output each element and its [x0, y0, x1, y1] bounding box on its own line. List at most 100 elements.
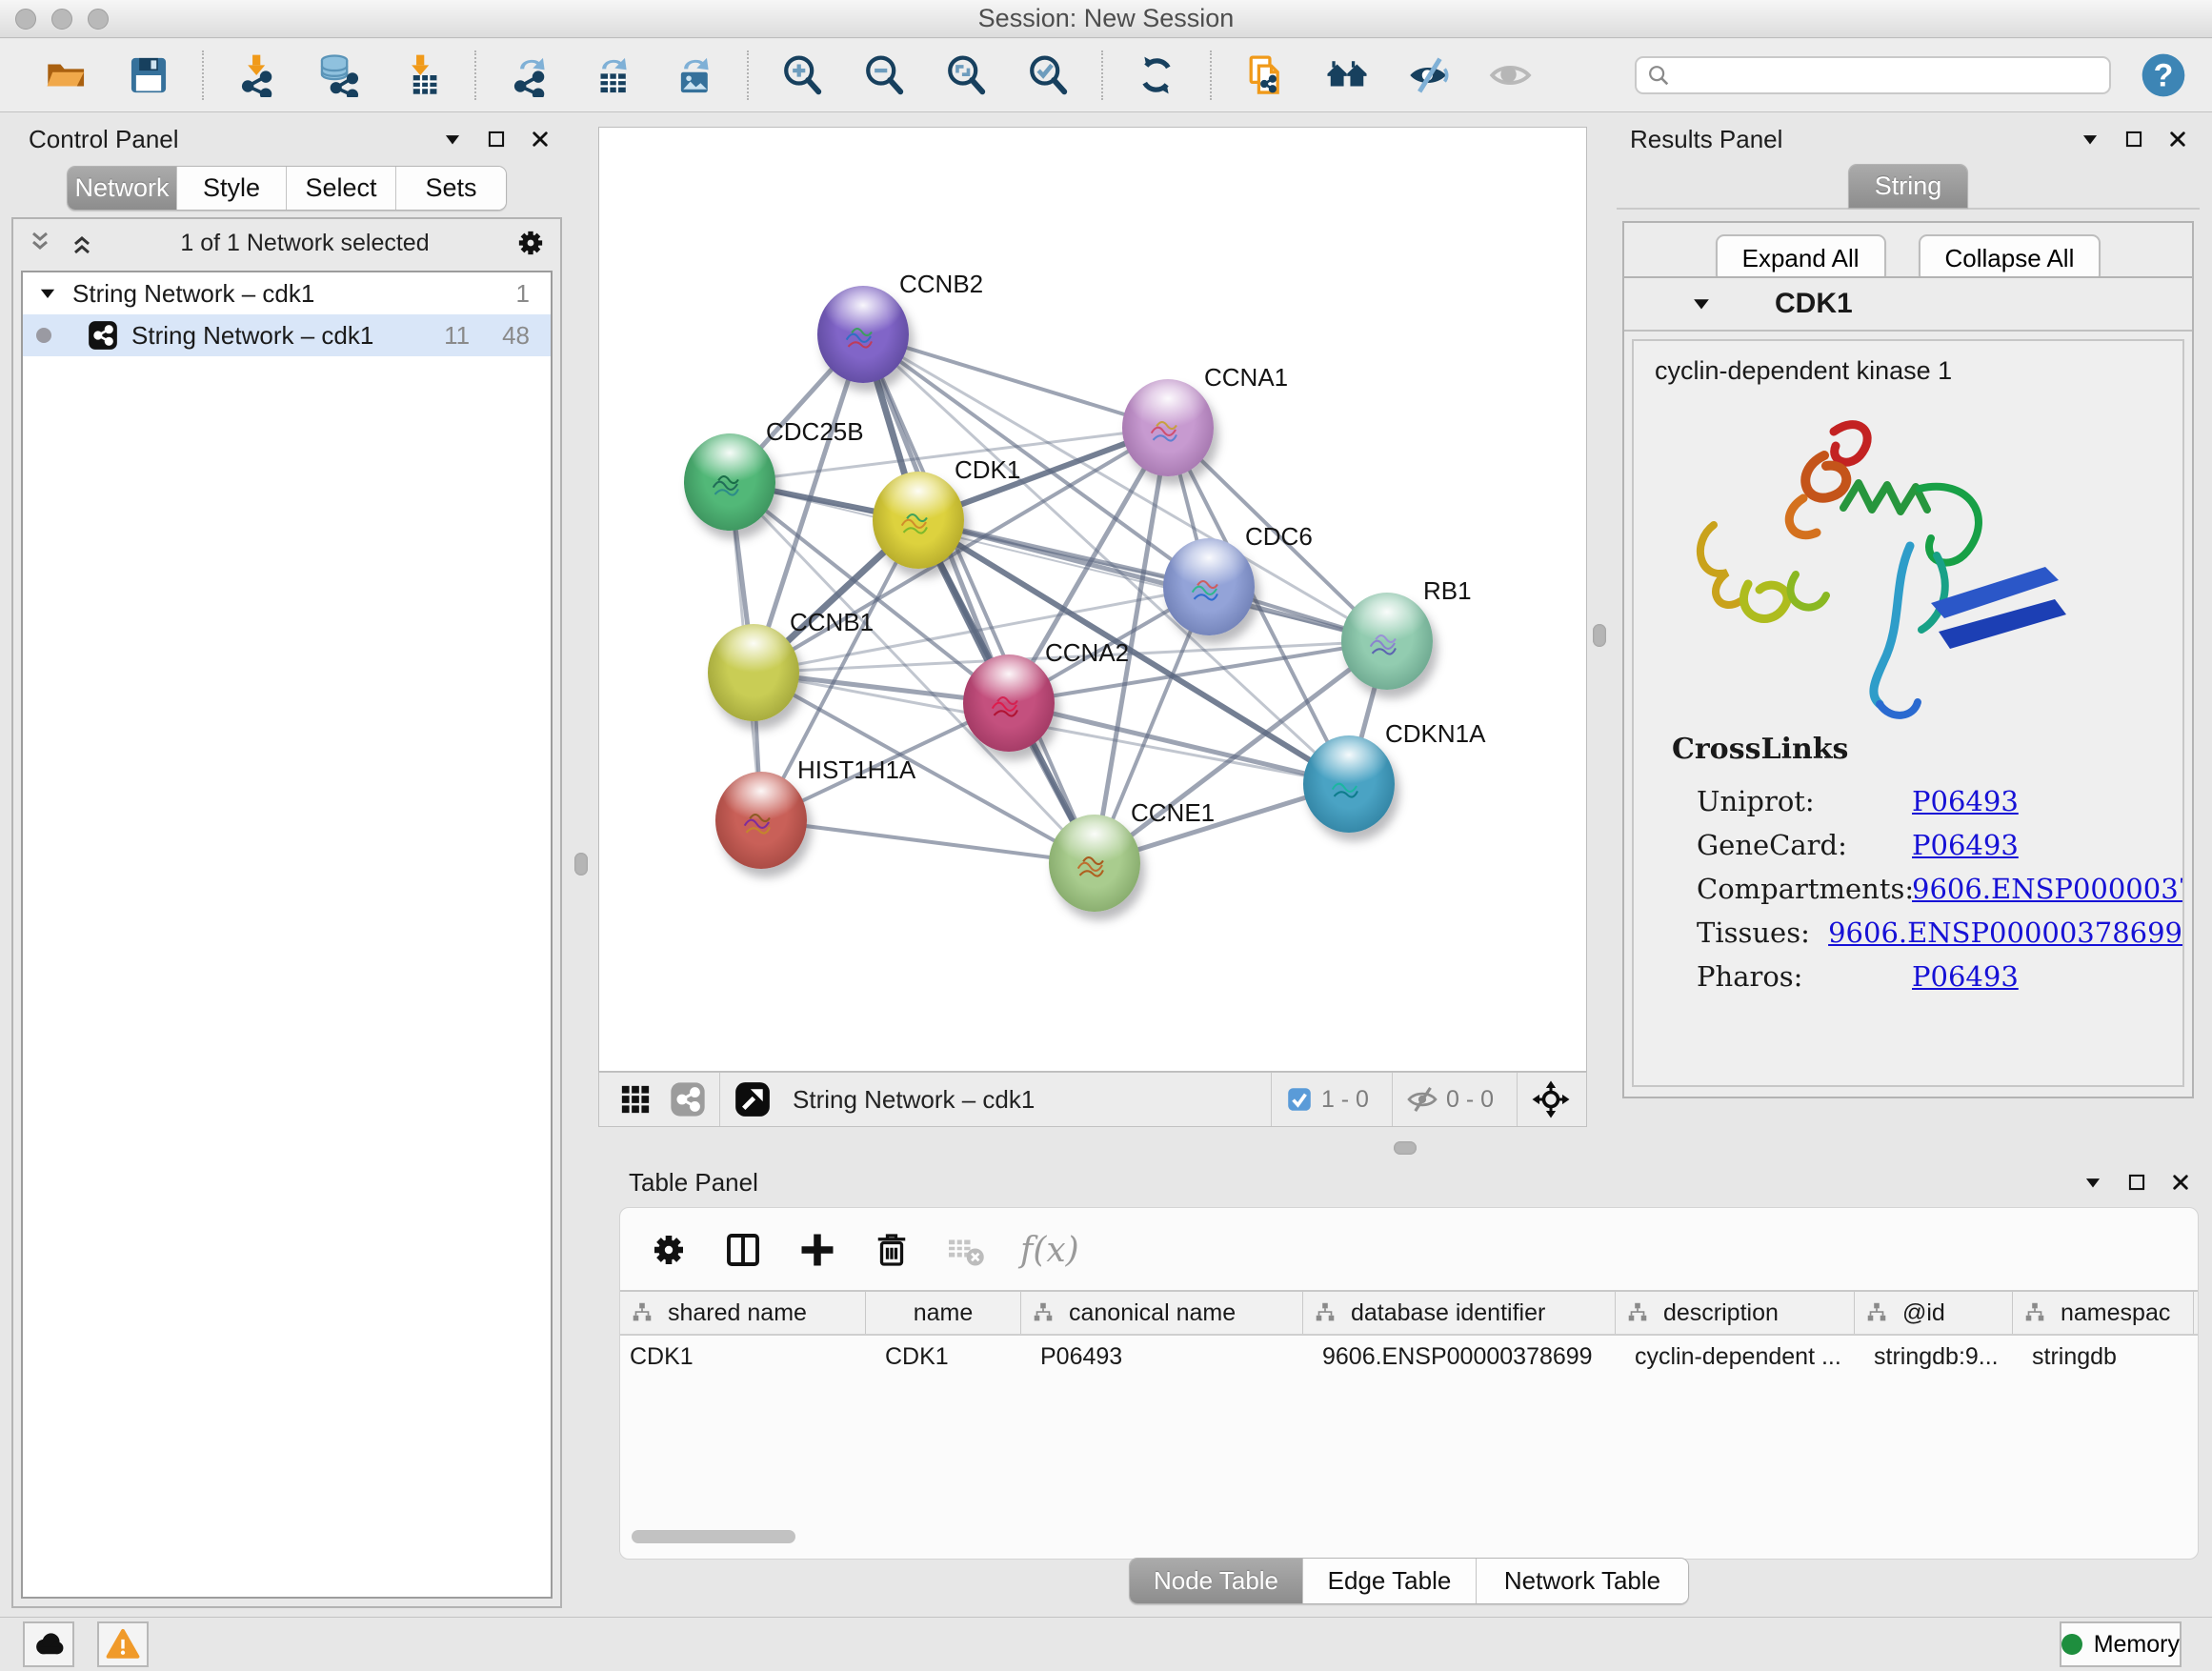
- network-options-button[interactable]: [514, 227, 547, 259]
- network-node-CCNE1[interactable]: [1049, 815, 1140, 912]
- function-builder-button[interactable]: f(x): [1020, 1231, 1079, 1270]
- expand-all-button[interactable]: Expand All: [1716, 234, 1886, 283]
- right-splitter-handle[interactable]: [1593, 624, 1606, 647]
- network-node-CDKN1A[interactable]: [1303, 735, 1395, 833]
- tab-node-table[interactable]: Node Table: [1130, 1559, 1303, 1603]
- crosslink-link[interactable]: 9606.ENSP00000378699: [1912, 873, 2184, 905]
- control-panel-menu-button[interactable]: [442, 129, 463, 150]
- crosslink-label: GeneCard:: [1697, 829, 1912, 861]
- column-header-namespac[interactable]: namespac: [2013, 1292, 2194, 1334]
- column-header-@id[interactable]: @id: [1855, 1292, 2013, 1334]
- export-image-button[interactable]: [671, 52, 716, 98]
- zoom-selected-button[interactable]: [1025, 52, 1071, 98]
- control-panel-float-button[interactable]: [486, 129, 507, 150]
- open-folder-button[interactable]: [44, 52, 90, 98]
- network-node-CCNA2[interactable]: [963, 654, 1055, 752]
- crosslink-link[interactable]: P06493: [1912, 960, 2019, 993]
- delete-table-button[interactable]: [946, 1230, 986, 1270]
- tab-network[interactable]: Network: [68, 167, 177, 210]
- table-panel-close-button[interactable]: [2170, 1172, 2191, 1193]
- table-cell: stringdb: [2013, 1336, 2194, 1378]
- crosslink-link[interactable]: P06493: [1912, 829, 2019, 861]
- column-header-database-identifier[interactable]: database identifier: [1303, 1292, 1616, 1334]
- table-settings-button[interactable]: [649, 1230, 689, 1270]
- table-panel-menu-button[interactable]: [2082, 1172, 2103, 1193]
- network-node-HIST1H1A[interactable]: [715, 772, 807, 869]
- tab-network-table[interactable]: Network Table: [1477, 1559, 1688, 1603]
- network-node-RB1[interactable]: [1341, 593, 1433, 690]
- tab-string[interactable]: String: [1849, 165, 1967, 208]
- cloud-status-button[interactable]: [23, 1621, 74, 1667]
- export-network-button[interactable]: [507, 52, 553, 98]
- column-header-description[interactable]: description: [1616, 1292, 1855, 1334]
- help-button[interactable]: ?: [2140, 51, 2187, 99]
- column-header-canonical-name[interactable]: canonical name: [1021, 1292, 1303, 1334]
- network-mode-button[interactable]: [670, 1081, 706, 1117]
- search-input[interactable]: [1679, 62, 2100, 89]
- table-horizontal-scrollbar[interactable]: [632, 1530, 795, 1543]
- crosslink-link[interactable]: P06493: [1912, 785, 2019, 817]
- results-panel-float-button[interactable]: [2123, 129, 2144, 150]
- column-header-shared-name[interactable]: shared name: [620, 1292, 866, 1334]
- zoom-fit-button[interactable]: [943, 52, 989, 98]
- network-node-CDC6[interactable]: [1163, 538, 1255, 635]
- table-panel-float-button[interactable]: [2126, 1172, 2147, 1193]
- crosslink-label: Compartments:: [1697, 873, 1912, 905]
- network-row[interactable]: String Network – cdk1 11 48: [23, 314, 551, 356]
- selected-checkbox-icon[interactable]: [1285, 1085, 1314, 1114]
- network-node-CDC25B[interactable]: [684, 433, 775, 531]
- network-node-CCNA1[interactable]: [1122, 379, 1214, 476]
- results-panel-title: Results Panel: [1630, 125, 1782, 154]
- tab-style[interactable]: Style: [177, 167, 287, 210]
- results-panel-close-button[interactable]: [2167, 129, 2188, 150]
- network-search-field[interactable]: [1635, 56, 2111, 94]
- double-chevron-up-icon: [69, 230, 95, 256]
- horizontal-splitter-handle[interactable]: [1394, 1141, 1417, 1155]
- save-session-button[interactable]: [126, 52, 171, 98]
- memory-button[interactable]: Memory: [2060, 1621, 2182, 1667]
- import-table-button[interactable]: [398, 52, 444, 98]
- import-network-button[interactable]: [234, 52, 280, 98]
- protein-thumbnail-icon: [1358, 615, 1414, 671]
- zoom-in-button[interactable]: [779, 52, 825, 98]
- grid-mode-button[interactable]: [618, 1082, 653, 1117]
- export-table-button[interactable]: [589, 52, 634, 98]
- birds-eye-view-button[interactable]: [734, 1080, 772, 1118]
- collapse-all-button[interactable]: Collapse All: [1919, 234, 2101, 283]
- copy-style-button[interactable]: [1242, 52, 1288, 98]
- network-node-CCNB2[interactable]: [817, 286, 909, 383]
- hierarchy-icon: [1313, 1300, 1337, 1325]
- column-header-name[interactable]: name: [866, 1292, 1021, 1334]
- control-panel-close-button[interactable]: [530, 129, 551, 150]
- node-label-CDKN1A: CDKN1A: [1385, 719, 1485, 749]
- collapse-all-networks-button[interactable]: [27, 230, 53, 256]
- tab-edge-table[interactable]: Edge Table: [1303, 1559, 1477, 1603]
- import-database-button[interactable]: [316, 52, 362, 98]
- tab-sets[interactable]: Sets: [396, 167, 506, 210]
- delete-column-button[interactable]: [872, 1230, 912, 1270]
- protein-thumbnail-icon: [890, 494, 945, 550]
- refresh-layout-button[interactable]: [1134, 52, 1179, 98]
- results-panel-menu-button[interactable]: [2080, 129, 2101, 150]
- network-collection-row[interactable]: String Network – cdk1 1: [23, 272, 551, 314]
- tab-select[interactable]: Select: [287, 167, 396, 210]
- network-label: String Network – cdk1: [131, 321, 373, 351]
- network-node-CCNB1[interactable]: [708, 624, 799, 721]
- network-node-CDK1[interactable]: [873, 472, 964, 569]
- hide-selected-button[interactable]: [1406, 52, 1452, 98]
- network-view-canvas[interactable]: CCNB2CCNA1CDC25BCDK1CDC6RB1CCNB1CCNA2CDK…: [598, 127, 1587, 1072]
- gene-section-header[interactable]: CDK1: [1624, 278, 2192, 332]
- zoom-out-button[interactable]: [861, 52, 907, 98]
- add-column-button[interactable]: [797, 1230, 837, 1270]
- show-all-button[interactable]: [1488, 52, 1534, 98]
- protein-thumbnail-icon: [1180, 561, 1236, 616]
- warnings-button[interactable]: [97, 1621, 149, 1667]
- first-neighbors-button[interactable]: [1324, 52, 1370, 98]
- split-column-button[interactable]: [723, 1230, 763, 1270]
- table-row[interactable]: CDK1CDK1P064939606.ENSP00000378699cyclin…: [620, 1336, 2198, 1378]
- control-panel-tabs: NetworkStyleSelectSets: [67, 166, 507, 211]
- left-splitter-handle[interactable]: [574, 853, 588, 876]
- fit-content-button[interactable]: [1531, 1079, 1571, 1119]
- expand-all-networks-button[interactable]: [69, 230, 95, 256]
- crosslink-link[interactable]: 9606.ENSP00000378699: [1828, 916, 2182, 949]
